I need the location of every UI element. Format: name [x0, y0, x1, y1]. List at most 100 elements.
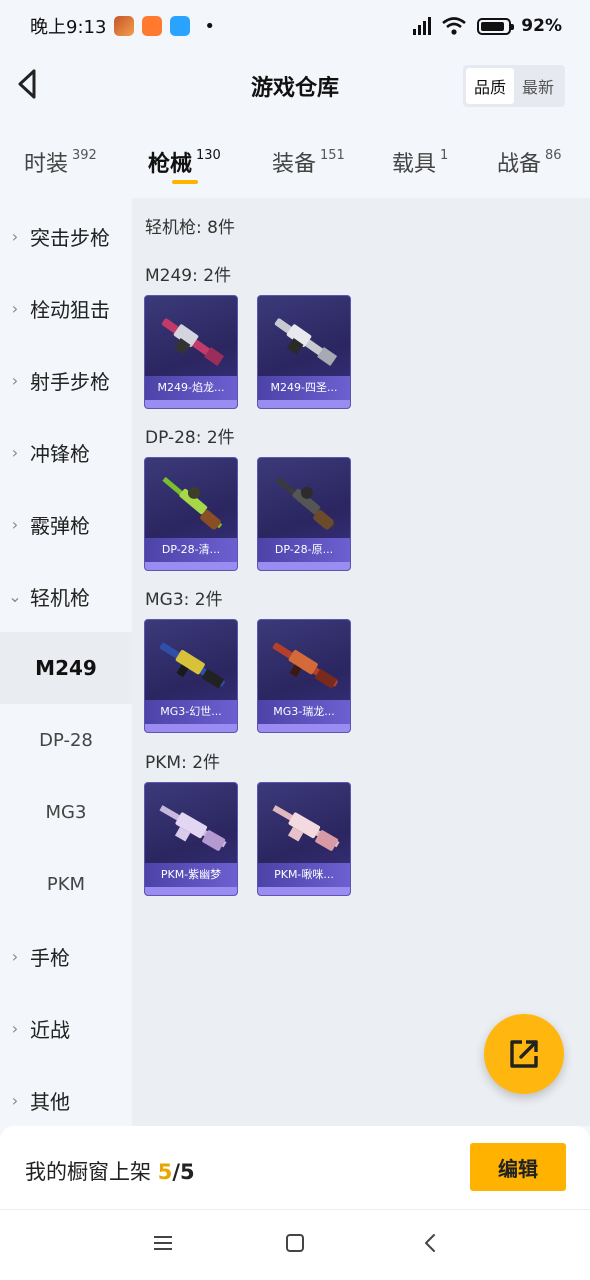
sidebar-item-label: 突击步枪 — [30, 225, 110, 250]
weapon-name: DP-28-清... — [145, 538, 237, 562]
shop-app-icon — [142, 16, 163, 36]
chevron-down-icon: ⌄ — [8, 586, 22, 606]
tab-count: 151 — [320, 148, 345, 163]
category-tabs: 时装 392 枪械 130 装备 151 载具 1 战备 86 — [0, 130, 590, 194]
sort-quality-button[interactable]: 品质 — [465, 68, 514, 104]
weapon-card[interactable]: PKM-啾咪... — [257, 782, 351, 896]
tab-label: 时装 — [24, 152, 69, 177]
weapon-card[interactable]: M249-焰龙... — [144, 295, 238, 409]
edit-button[interactable]: 编辑 — [470, 1143, 566, 1191]
quality-bar — [258, 724, 350, 732]
sidebar-subitem-dp28[interactable]: DP-28 — [0, 704, 132, 776]
group-title: DP-28: 2件 — [145, 428, 235, 448]
tab-label: 战备 — [497, 152, 542, 177]
dp28-skin-image — [275, 476, 336, 530]
weapon-card[interactable]: MG3-瑞龙... — [257, 619, 351, 733]
sidebar-item-label: 栓动狙击 — [30, 297, 110, 322]
quality-bar — [258, 400, 350, 408]
menu-icon[interactable] — [152, 1232, 174, 1254]
more-notifications-icon: • — [204, 15, 216, 37]
mg3-skin-image — [159, 642, 225, 689]
active-tab-indicator — [172, 180, 198, 184]
showcase-total-count: /5 — [172, 1160, 195, 1184]
sidebar-item-label: 射手步枪 — [30, 369, 110, 394]
quality-bar — [145, 887, 237, 895]
weapon-card[interactable]: M249-四圣... — [257, 295, 351, 409]
weapon-card[interactable]: DP-28-原... — [257, 457, 351, 571]
sidebar-item-lmg[interactable]: ⌄ 轻机枪 — [0, 560, 132, 632]
tab-equipment[interactable]: 装备 151 — [272, 146, 345, 178]
sidebar-item-marksman-rifle[interactable]: › 射手步枪 — [0, 344, 132, 416]
header: 游戏仓库 品质 最新 — [0, 52, 590, 116]
chevron-right-icon: › — [11, 1018, 19, 1038]
m249-skin-image — [274, 318, 338, 366]
tab-label: 装备 — [272, 152, 317, 177]
sidebar-item-assault-rifle[interactable]: › 突击步枪 — [0, 200, 132, 272]
sidebar-item-label: 手枪 — [30, 945, 70, 970]
weapon-card[interactable]: DP-28-清... — [144, 457, 238, 571]
tab-label: 枪械 — [148, 152, 193, 177]
sidebar-item-label: 轻机枪 — [30, 585, 90, 610]
weapon-name: MG3-幻世... — [145, 700, 237, 724]
showcase-status: 我的橱窗上架 5/5 — [25, 1156, 195, 1186]
tab-supplies[interactable]: 战备 86 — [497, 146, 562, 178]
battery-percent: 92% — [521, 16, 562, 36]
quality-bar — [145, 562, 237, 570]
pkm-skin-image — [272, 805, 340, 851]
status-time: 晚上9:13 — [30, 17, 107, 38]
sidebar-item-label: 冲锋枪 — [30, 441, 90, 466]
share-button[interactable] — [484, 1014, 564, 1094]
home-icon[interactable] — [284, 1232, 306, 1254]
m249-skin-image — [161, 318, 225, 366]
quality-bar — [145, 724, 237, 732]
chevron-right-icon: › — [11, 514, 19, 534]
group-title: PKM: 2件 — [145, 753, 221, 773]
tab-count: 392 — [72, 148, 97, 163]
sidebar-item-label: 其他 — [30, 1089, 70, 1114]
sort-latest-button[interactable]: 最新 — [514, 68, 562, 104]
chevron-right-icon: › — [11, 298, 19, 318]
weapon-name: DP-28-原... — [258, 538, 350, 562]
sidebar-item-shotgun[interactable]: › 霰弹枪 — [0, 488, 132, 560]
group-title: MG3: 2件 — [145, 590, 223, 610]
sidebar-item-bolt-sniper[interactable]: › 栓动狙击 — [0, 272, 132, 344]
sidebar-subitem-m249[interactable]: M249 — [0, 632, 132, 704]
sidebar-item-smg[interactable]: › 冲锋枪 — [0, 416, 132, 488]
tab-count: 86 — [545, 148, 562, 163]
tab-fashion[interactable]: 时装 392 — [24, 146, 97, 178]
chevron-right-icon: › — [11, 226, 19, 246]
weapon-card[interactable]: MG3-幻世... — [144, 619, 238, 733]
weapon-name: PKM-紫幽梦 — [145, 863, 237, 887]
weapon-name: M249-焰龙... — [145, 376, 237, 400]
weapon-card[interactable]: PKM-紫幽梦 — [144, 782, 238, 896]
weapon-name: M249-四圣... — [258, 376, 350, 400]
wifi-icon — [442, 17, 467, 35]
status-bar: 晚上9:13 • 92% — [0, 0, 590, 52]
sort-toggle: 品质 最新 — [462, 65, 565, 107]
system-nav-bar — [0, 1210, 590, 1280]
tab-count: 130 — [196, 148, 221, 163]
weapon-name: PKM-啾咪... — [258, 863, 350, 887]
weapon-category-sidebar: › 突击步枪 › 栓动狙击 › 射手步枪 › 冲锋枪 › 霰弹枪 ⌄ 轻机枪 M… — [0, 198, 132, 1126]
sidebar-subitem-mg3[interactable]: MG3 — [0, 776, 132, 848]
battery-icon — [477, 17, 515, 35]
mg3-skin-image — [272, 642, 338, 689]
showcase-label: 我的橱窗上架 — [25, 1160, 151, 1184]
showcase-bar: 我的橱窗上架 5/5 编辑 — [0, 1126, 590, 1210]
sidebar-subitem-pkm[interactable]: PKM — [0, 848, 132, 920]
share-icon — [510, 1040, 538, 1068]
sidebar-item-melee[interactable]: › 近战 — [0, 992, 132, 1064]
group-title: M249: 2件 — [145, 266, 232, 286]
game-app-icon — [114, 16, 135, 36]
pkm-skin-image — [159, 805, 227, 851]
chevron-right-icon: › — [11, 442, 19, 462]
weapon-name: MG3-瑞龙... — [258, 700, 350, 724]
sidebar-item-pistol[interactable]: › 手枪 — [0, 920, 132, 992]
quality-bar — [258, 562, 350, 570]
tab-vehicles[interactable]: 载具 1 — [392, 146, 448, 178]
chevron-right-icon: › — [11, 946, 19, 966]
back-nav-icon[interactable] — [420, 1232, 442, 1254]
tab-label: 载具 — [392, 152, 437, 177]
tab-firearms[interactable]: 枪械 130 — [148, 146, 221, 178]
sidebar-item-label: 霰弹枪 — [30, 513, 90, 538]
